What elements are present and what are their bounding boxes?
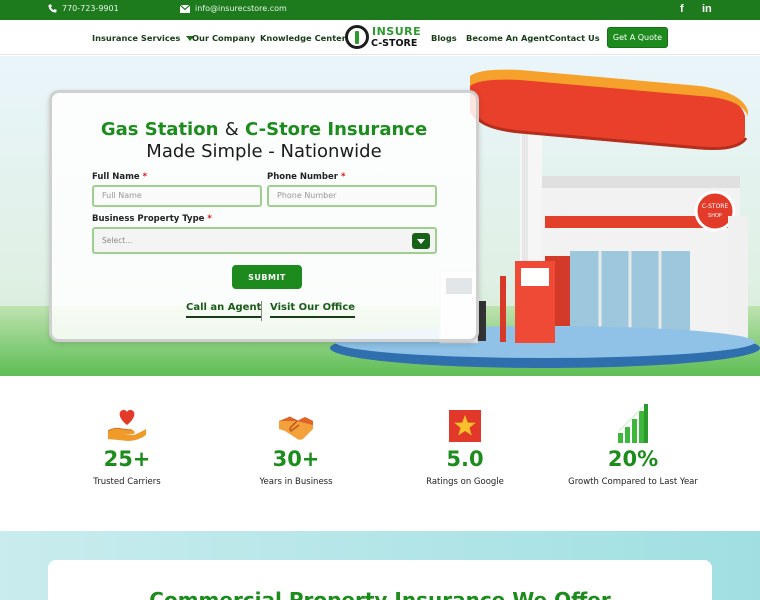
logo-mark-icon	[345, 25, 369, 49]
required-mark: *	[340, 172, 346, 182]
required-mark: *	[142, 172, 148, 182]
property-type-value: Select...	[102, 236, 133, 245]
mail-icon	[180, 4, 190, 13]
get-quote-button[interactable]: Get A Quote	[607, 27, 668, 48]
handshake-icon	[211, 405, 381, 443]
growth-bars-icon	[548, 404, 718, 443]
visit-office-link[interactable]: Visit Our Office	[270, 302, 356, 318]
email-contact[interactable]: info@insurecstore.com	[180, 4, 287, 13]
nav-blogs[interactable]: Blogs	[431, 33, 457, 43]
linkedin-icon[interactable]: in	[702, 3, 712, 15]
full-name-input[interactable]: Full Name	[92, 185, 262, 207]
stat-years: 30+ Years in Business	[211, 405, 381, 487]
section-card: Commercial Property Insurance We Offer	[48, 560, 712, 600]
nav-knowledge-center[interactable]: Knowledge Center	[260, 33, 346, 43]
full-name-label: Full Name *	[92, 172, 147, 182]
hero-subtitle: Made Simple - Nationwide	[146, 141, 382, 162]
stat-ratings: 5.0 Ratings on Google	[380, 405, 550, 487]
property-type-select[interactable]: Select...	[92, 227, 437, 254]
chevron-down-icon[interactable]	[412, 233, 430, 249]
stat-value: 25+	[103, 447, 151, 471]
svg-text:C-STORE: C-STORE	[702, 203, 729, 210]
phone-contact[interactable]: 770-723-9901	[48, 4, 119, 13]
heart-hand-icon	[42, 405, 212, 443]
property-insurance-section: Commercial Property Insurance We Offer	[0, 531, 760, 600]
link-divider	[261, 301, 262, 321]
svg-text:SHOP: SHOP	[708, 213, 722, 219]
property-type-label: Business Property Type *	[92, 214, 212, 224]
stat-label: Ratings on Google	[426, 477, 504, 487]
main-nav: Insurance Services Our Company Knowledge…	[0, 20, 760, 55]
phone-label: Phone Number *	[267, 172, 345, 182]
stat-growth: 20% Growth Compared to Last Year	[548, 404, 718, 487]
stat-carriers: 25+ Trusted Carriers	[42, 405, 212, 487]
stat-value: 20%	[607, 447, 659, 471]
phone-input[interactable]: Phone Number	[267, 185, 437, 207]
hero-title-part2: C-Store Insurance	[245, 119, 428, 140]
required-mark: *	[207, 214, 212, 224]
nav-insurance-services[interactable]: Insurance Services	[92, 33, 195, 43]
phone-number: 770-723-9901	[62, 4, 119, 13]
top-bar: 770-723-9901 info@insurecstore.com f in	[0, 0, 760, 20]
call-agent-link[interactable]: Call an Agent	[186, 302, 262, 318]
hero-title-amp: &	[224, 119, 239, 140]
section-title: Commercial Property Insurance We Offer	[149, 588, 611, 600]
phone-label-text: Phone Number	[267, 172, 338, 182]
facebook-icon[interactable]: f	[680, 3, 684, 15]
property-type-label-text: Business Property Type	[92, 214, 205, 224]
logo-text-cstore: C-STORE	[371, 38, 418, 49]
stat-value: 30+	[272, 447, 320, 471]
submit-button[interactable]: SUBMIT	[232, 265, 302, 289]
nav-contact-us[interactable]: Contact Us	[549, 33, 600, 43]
nav-insurance-services-label: Insurance Services	[92, 33, 181, 43]
stat-value: 5.0	[446, 447, 484, 471]
site-logo[interactable]: INSURE C-STORE	[345, 24, 421, 52]
stat-label: Trusted Carriers	[93, 477, 161, 487]
quote-form-card: Gas Station & C-Store Insurance Made Sim…	[49, 90, 479, 342]
star-badge-icon	[380, 405, 550, 443]
hero-title: Gas Station & C-Store Insurance	[52, 119, 476, 140]
nav-become-agent[interactable]: Become An Agent	[466, 33, 549, 43]
logo-text-insure: INSURE	[372, 25, 422, 38]
stat-label: Growth Compared to Last Year	[568, 477, 698, 487]
email-address: info@insurecstore.com	[195, 4, 287, 13]
stat-label: Years in Business	[259, 477, 333, 487]
hero-title-part1: Gas Station	[100, 119, 219, 140]
nav-our-company[interactable]: Our Company	[192, 33, 255, 43]
full-name-label-text: Full Name	[92, 172, 140, 182]
phone-icon	[48, 4, 57, 13]
hero-section: C-STORE SHOP Gas Station & C-Store Insur…	[0, 56, 760, 376]
